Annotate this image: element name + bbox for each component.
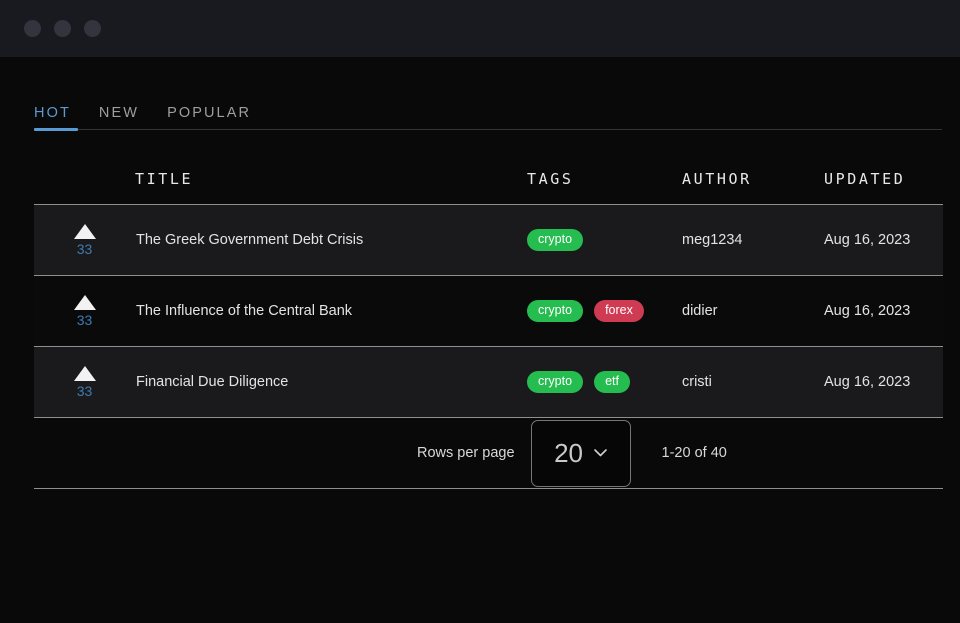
table-header-row: TITLE TAGS AUTHOR UPDATED [34,170,943,205]
caret-up-icon[interactable] [73,224,96,239]
tags-cell: crypto forex [527,275,682,347]
rows-per-page-label: Rows per page [417,445,515,461]
tab-bar: HOT NEW POPULAR [34,93,926,129]
upvote-control[interactable]: 33 [73,295,96,328]
pagination-bar: Rows per page 20 1-20 of 40 [34,418,943,488]
table-row[interactable]: 33 The Influence of the Central Bank cry… [34,275,943,347]
column-header-tags: TAGS [527,170,682,205]
rows-per-page-select[interactable]: 20 [530,419,631,487]
chevron-down-icon[interactable] [594,449,607,457]
column-header-author: AUTHOR [682,170,824,205]
vote-count: 33 [76,312,93,328]
tab-active-indicator [34,128,78,131]
vote-count: 33 [76,383,93,399]
app-window: HOT NEW POPULAR TITLE TAGS AUTHOR UPDATE… [0,0,960,623]
caret-up-icon[interactable] [73,295,96,310]
window-dot-close[interactable] [24,20,41,37]
table-head: TITLE TAGS AUTHOR UPDATED [34,170,943,205]
tag-chip[interactable]: crypto [527,370,584,394]
window-titlebar [0,0,960,57]
pagination-cell: Rows per page 20 1-20 of 40 [34,417,943,489]
pagination-row: Rows per page 20 1-20 of 40 [34,417,943,489]
tag-chip[interactable]: etf [594,370,630,394]
votes-cell: 33 [34,346,135,418]
tags-cell: crypto [527,204,682,276]
table-row[interactable]: 33 Financial Due Diligence crypto etf cr… [34,346,943,418]
pagination-range-label: 1-20 of 40 [661,445,727,461]
tag-chip[interactable]: crypto [527,299,584,323]
post-title[interactable]: The Greek Government Debt Crisis [135,204,527,276]
caret-up-icon[interactable] [73,366,96,381]
column-header-title: TITLE [135,170,527,205]
votes-cell: 33 [34,204,135,276]
main-content: HOT NEW POPULAR TITLE TAGS AUTHOR UPDATE… [0,93,960,623]
post-title[interactable]: The Influence of the Central Bank [135,275,527,347]
tab-popular[interactable]: POPULAR [153,105,265,130]
tags-cell: crypto etf [527,346,682,418]
upvote-control[interactable]: 33 [73,224,96,257]
upvote-control[interactable]: 33 [73,366,96,399]
post-updated: Aug 16, 2023 [824,204,943,276]
tab-new[interactable]: NEW [85,105,153,130]
column-header-votes [34,170,135,205]
column-header-updated: UPDATED [824,170,943,205]
post-updated: Aug 16, 2023 [824,346,943,418]
table-body: 33 The Greek Government Debt Crisis cryp… [34,204,943,418]
tabs-section: HOT NEW POPULAR [17,93,943,131]
votes-cell: 33 [34,275,135,347]
post-author[interactable]: didier [682,275,824,347]
post-updated: Aug 16, 2023 [824,275,943,347]
table-foot: Rows per page 20 1-20 of 40 [34,417,943,489]
tag-chip[interactable]: forex [594,299,644,323]
rows-per-page-value: 20 [554,438,583,468]
window-dot-minimize[interactable] [54,20,71,37]
post-title[interactable]: Financial Due Diligence [135,346,527,418]
posts-table: TITLE TAGS AUTHOR UPDATED 33 The Greek G… [34,170,943,489]
table-row[interactable]: 33 The Greek Government Debt Crisis cryp… [34,204,943,276]
post-author[interactable]: cristi [682,346,824,418]
tab-bar-rule [34,128,942,131]
window-dot-maximize[interactable] [84,20,101,37]
tag-chip[interactable]: crypto [527,228,584,252]
vote-count: 33 [76,241,93,257]
post-author[interactable]: meg1234 [682,204,824,276]
tab-hot[interactable]: HOT [34,105,85,130]
